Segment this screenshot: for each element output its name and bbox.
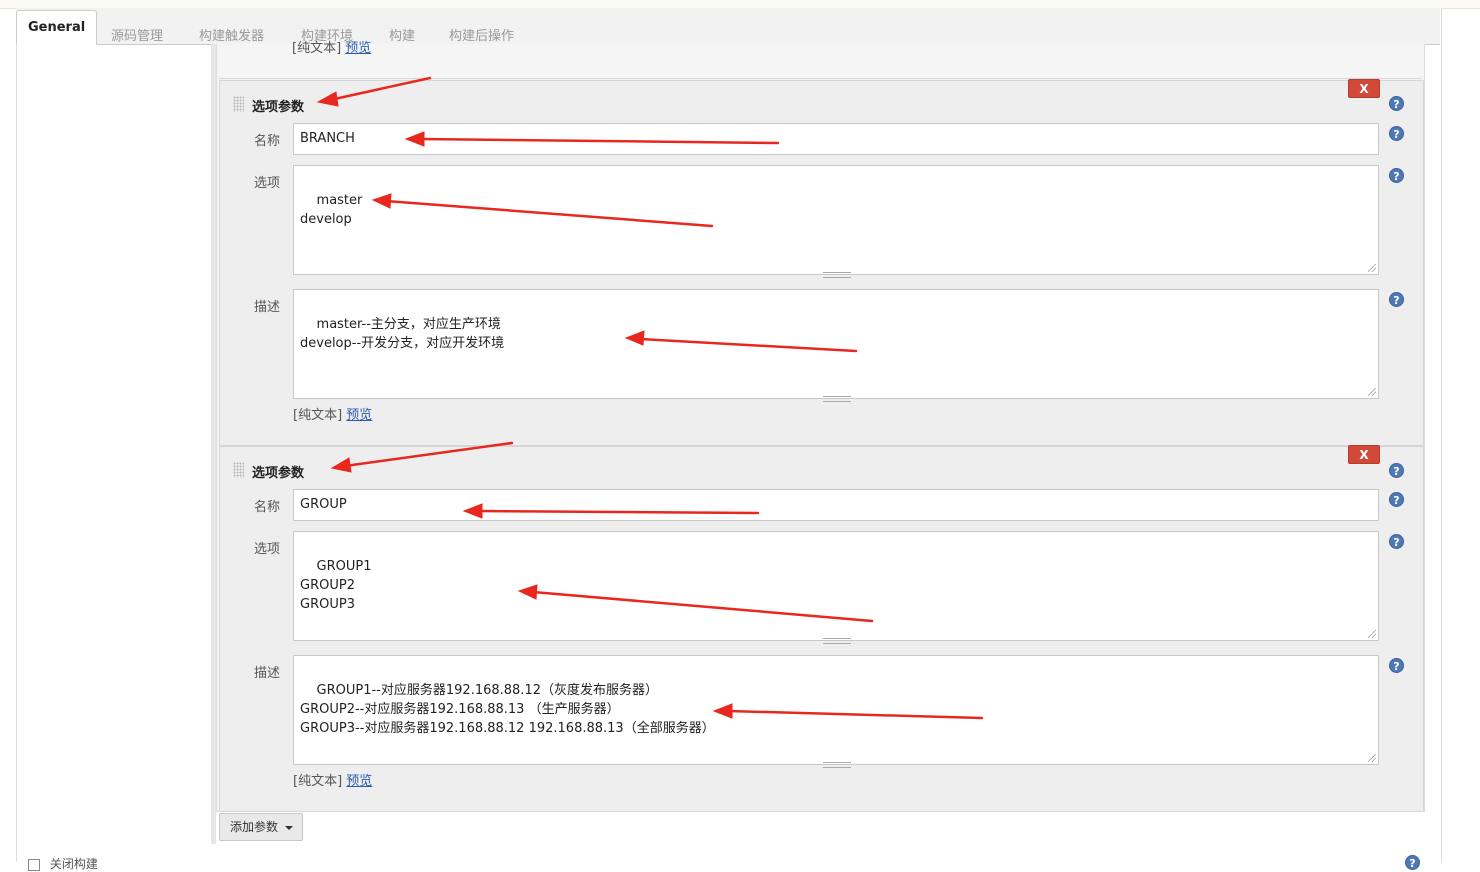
top-plain-text-row: [纯文本] 预览 xyxy=(292,41,372,56)
description-label: 描述 xyxy=(254,300,281,315)
plain-text-row: [纯文本] 预览 xyxy=(293,774,373,789)
add-parameter-label: 添加参数 xyxy=(230,820,279,834)
choice-parameter-block: 选项参数 X ? 名称 BRANCH ? 选项 master develop ?… xyxy=(219,79,1424,446)
help-icon[interactable]: ? xyxy=(1389,534,1404,549)
choices-text: master develop xyxy=(300,193,363,227)
description-text: GROUP1--对应服务器192.168.88.12（灰度发布服务器） GROU… xyxy=(300,683,715,736)
disable-build-row: 关闭构建 xyxy=(28,855,98,872)
remove-parameter-button[interactable]: X xyxy=(1348,79,1380,98)
help-icon[interactable]: ? xyxy=(1389,96,1404,111)
tab-scm[interactable]: 源码管理 xyxy=(111,25,163,44)
help-icon[interactable]: ? xyxy=(1389,126,1404,141)
resize-grip-icon[interactable] xyxy=(1368,630,1376,638)
help-icon[interactable]: ? xyxy=(1389,492,1404,507)
block-separator xyxy=(219,78,1422,79)
choices-text: GROUP1 GROUP2 GROUP3 xyxy=(300,559,372,612)
help-icon[interactable]: ? xyxy=(1405,855,1420,870)
textarea-drag-grip-icon[interactable] xyxy=(823,638,851,644)
help-icon[interactable]: ? xyxy=(1389,168,1404,183)
drag-handle-icon[interactable] xyxy=(233,462,244,478)
description-text: master--主分支，对应生产环境 develop--开发分支，对应开发环境 xyxy=(300,317,505,351)
description-textarea[interactable]: master--主分支，对应生产环境 develop--开发分支，对应开发环境 xyxy=(293,289,1379,402)
parameter-title: 选项参数 xyxy=(252,100,305,115)
choice-parameter-block: 选项参数 X ? 名称 GROUP ? 选项 GROUP1 GROUP2 GRO… xyxy=(219,445,1424,812)
description-label: 描述 xyxy=(254,666,281,681)
resize-grip-icon[interactable] xyxy=(1368,754,1376,762)
drag-handle-icon[interactable] xyxy=(233,96,244,112)
tab-bar: General 源码管理 构建触发器 构建环境 构建 构建后操作 xyxy=(16,8,1440,45)
choices-label: 选项 xyxy=(254,176,281,191)
tab-build-triggers[interactable]: 构建触发器 xyxy=(199,25,264,44)
name-input[interactable]: GROUP xyxy=(293,489,1379,521)
tab-post-build[interactable]: 构建后操作 xyxy=(449,25,514,44)
preview-link[interactable]: 预览 xyxy=(346,408,372,423)
preview-link[interactable]: 预览 xyxy=(346,774,372,789)
tab-build[interactable]: 构建 xyxy=(389,25,415,44)
help-icon[interactable]: ? xyxy=(1389,463,1404,478)
choices-label: 选项 xyxy=(254,542,281,557)
parameter-title: 选项参数 xyxy=(252,466,305,481)
textarea-drag-grip-icon[interactable] xyxy=(823,762,851,768)
plain-text-row: [纯文本] 预览 xyxy=(293,408,373,423)
name-label: 名称 xyxy=(254,134,281,149)
caret-down-icon xyxy=(285,826,293,830)
textarea-drag-grip-icon[interactable] xyxy=(823,396,851,402)
choices-textarea[interactable]: GROUP1 GROUP2 GROUP3 xyxy=(293,531,1379,644)
resize-grip-icon[interactable] xyxy=(1368,388,1376,396)
textarea-drag-grip-icon[interactable] xyxy=(823,272,851,278)
description-textarea[interactable]: GROUP1--对应服务器192.168.88.12（灰度发布服务器） GROU… xyxy=(293,655,1379,768)
add-parameter-button[interactable]: 添加参数 xyxy=(219,813,303,841)
choices-textarea[interactable]: master develop xyxy=(293,165,1379,278)
top-preview-link[interactable]: 预览 xyxy=(345,41,371,56)
help-icon[interactable]: ? xyxy=(1389,658,1404,673)
disable-build-checkbox[interactable] xyxy=(28,858,40,871)
remove-parameter-button[interactable]: X xyxy=(1348,445,1380,464)
name-input[interactable]: BRANCH xyxy=(293,123,1379,155)
tab-general[interactable]: General xyxy=(16,10,98,45)
name-label: 名称 xyxy=(254,500,281,515)
disable-build-label: 关闭构建 xyxy=(49,857,98,871)
help-icon[interactable]: ? xyxy=(1389,292,1404,307)
resize-grip-icon[interactable] xyxy=(1368,264,1376,272)
